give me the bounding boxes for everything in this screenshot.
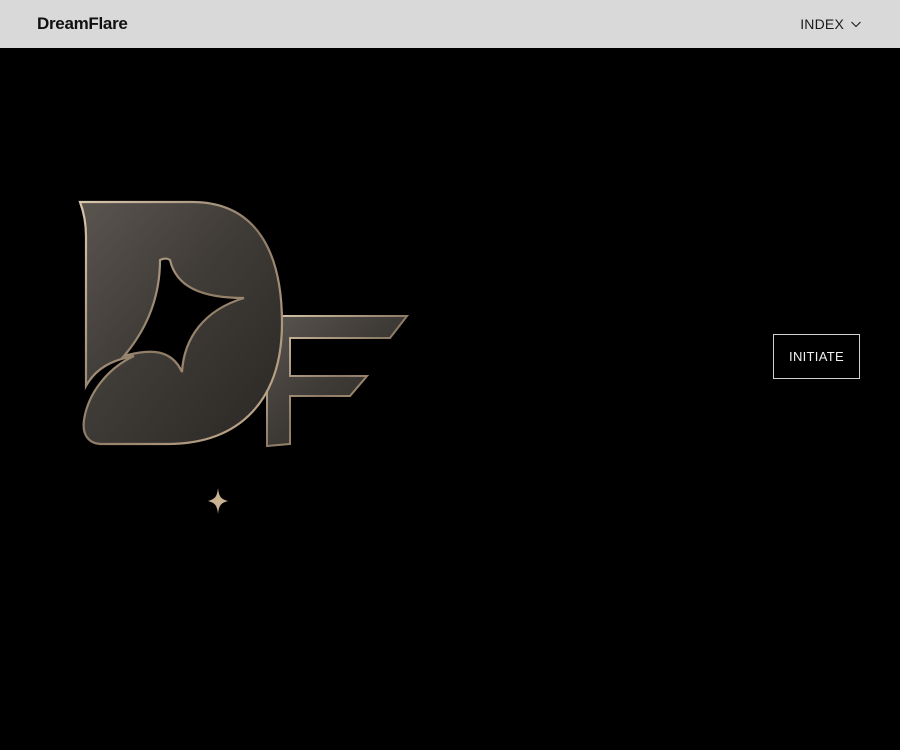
- chevron-down-icon: [851, 21, 861, 28]
- index-dropdown[interactable]: INDEX: [800, 13, 862, 35]
- dreamflare-df-logo: [78, 200, 410, 448]
- index-label: INDEX: [800, 16, 844, 32]
- top-navigation-bar: DreamFlare INDEX: [0, 0, 900, 48]
- brand-name[interactable]: DreamFlare: [37, 13, 128, 35]
- hero-section: INITIATE: [0, 48, 900, 750]
- sparkle-star-icon: [122, 488, 310, 514]
- initiate-button[interactable]: INITIATE: [773, 334, 860, 379]
